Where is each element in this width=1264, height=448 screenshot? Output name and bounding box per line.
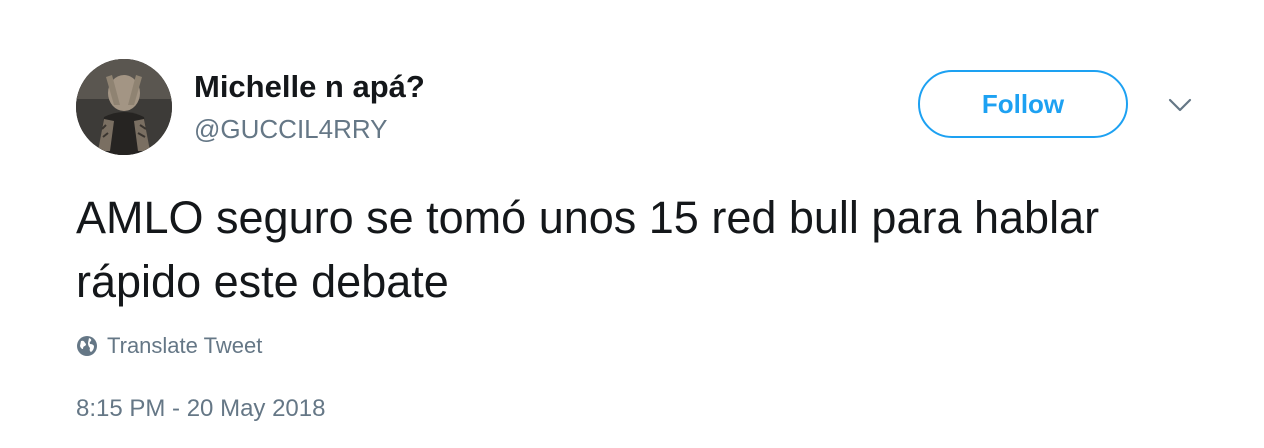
follow-button[interactable]: Follow bbox=[918, 70, 1128, 138]
avatar[interactable] bbox=[76, 59, 172, 155]
author-handle[interactable]: @GUCCIL4RRY bbox=[194, 112, 388, 146]
translate-tweet-link[interactable]: Translate Tweet bbox=[76, 332, 262, 360]
translate-tweet-label: Translate Tweet bbox=[107, 333, 263, 358]
author-name[interactable]: Michelle n apá? bbox=[194, 68, 425, 106]
globe-icon bbox=[77, 336, 97, 356]
avatar-image bbox=[76, 59, 172, 155]
chevron-down-icon[interactable] bbox=[1166, 94, 1194, 114]
tweet-text: AMLO seguro se tomó unos 15 red bull par… bbox=[76, 192, 1100, 307]
tweet-timestamp[interactable]: 8:15 PM - 20 May 2018 bbox=[76, 393, 325, 425]
